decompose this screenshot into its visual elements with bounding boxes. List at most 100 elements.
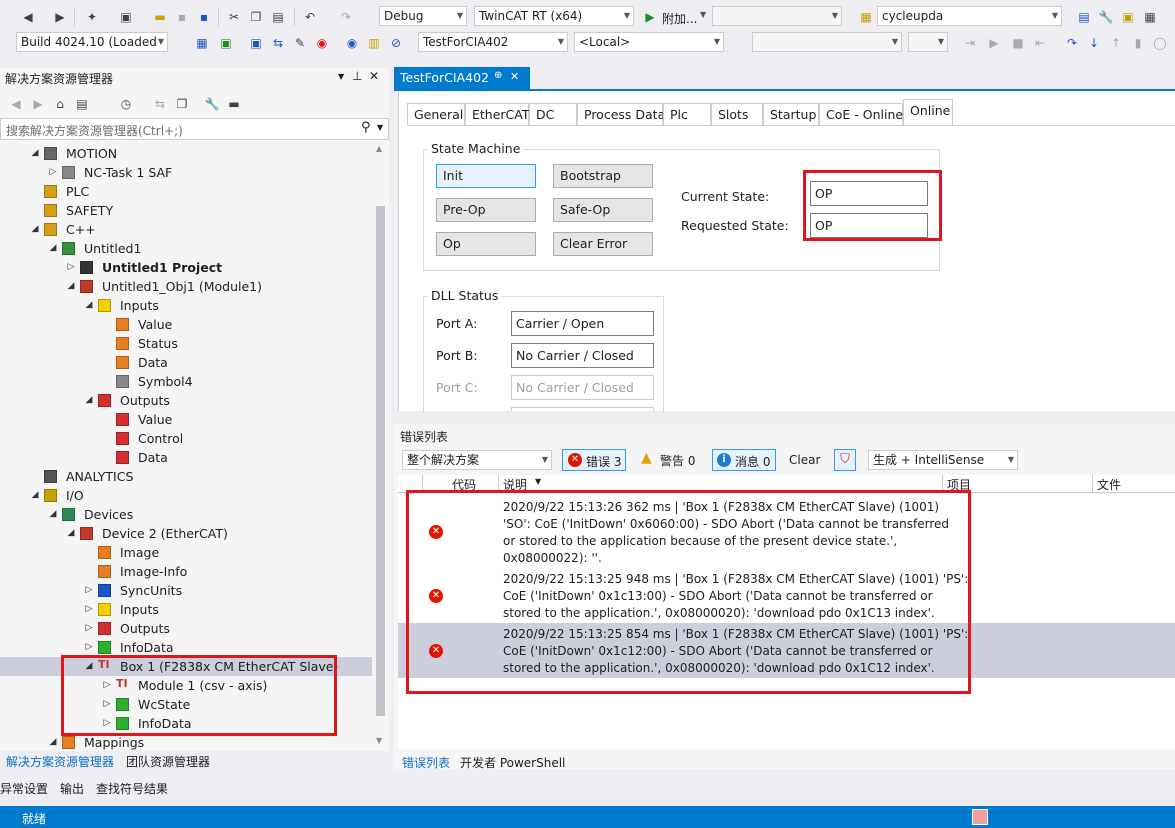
tree-item[interactable]: Status bbox=[0, 334, 372, 353]
toggle-freerun-icon[interactable]: ◉ bbox=[314, 35, 330, 51]
property-tab[interactable]: Slots bbox=[711, 103, 763, 125]
redo-icon[interactable]: ↷ bbox=[338, 9, 354, 25]
tab-solution-explorer[interactable]: 解决方案资源管理器 bbox=[6, 753, 114, 770]
find-combo[interactable]: cycleupda ▼ bbox=[877, 6, 1062, 26]
step-over-icon[interactable]: ↷ bbox=[1064, 35, 1080, 51]
tree-item[interactable]: ◢ Outputs bbox=[0, 391, 372, 410]
breakpoint-icon[interactable]: ▮ bbox=[1130, 35, 1146, 51]
back-icon[interactable]: ◀ bbox=[20, 9, 36, 25]
step-into-icon[interactable]: ↓ bbox=[1086, 35, 1102, 51]
tree-item[interactable]: ◢ Device 2 (EtherCAT) bbox=[0, 524, 372, 543]
cut-icon[interactable]: ✂ bbox=[226, 9, 242, 25]
tree-item[interactable]: ◢ Untitled1_Obj1 (Module1) bbox=[0, 277, 372, 296]
expanded-arrow-icon[interactable]: ◢ bbox=[84, 391, 94, 410]
op-button[interactable]: Op bbox=[436, 232, 536, 256]
tree-item[interactable]: Image-Info bbox=[0, 562, 372, 581]
safeop-button[interactable]: Safe-Op bbox=[553, 198, 653, 222]
plc-task-combo[interactable]: ▼ bbox=[908, 32, 948, 52]
solution-search-box[interactable]: 搜索解决方案资源管理器(Ctrl+;) ⚲ ▼ bbox=[0, 118, 389, 140]
twincat-config-icon[interactable]: ▤ bbox=[1076, 9, 1092, 25]
build-version-select[interactable]: Build 4024.10 (Loaded ▼ bbox=[16, 32, 168, 52]
tree-item[interactable]: PLC bbox=[0, 182, 372, 201]
column-file[interactable]: 文件 bbox=[1097, 476, 1121, 493]
tree-item[interactable]: Image bbox=[0, 543, 372, 562]
back-icon[interactable]: ◀ bbox=[8, 96, 24, 112]
tree-item[interactable]: Symbol4 bbox=[0, 372, 372, 391]
find-icon[interactable]: ▦ bbox=[858, 9, 874, 25]
property-tab[interactable]: DC bbox=[529, 103, 577, 125]
plc-start-icon[interactable]: ▶ bbox=[986, 35, 1002, 51]
tree-item[interactable]: SAFETY bbox=[0, 201, 372, 220]
add-item-icon[interactable]: ▣ bbox=[118, 9, 134, 25]
tree-item[interactable]: Data bbox=[0, 353, 372, 372]
tree-item[interactable]: ▷ SyncUnits bbox=[0, 581, 372, 600]
property-tab[interactable]: CoE - Online bbox=[819, 103, 903, 125]
tree-item[interactable]: ▷ Untitled1 Project bbox=[0, 258, 372, 277]
tree-item[interactable]: ▷ NC-Task 1 SAF bbox=[0, 163, 372, 182]
warnings-filter-button[interactable]: ▲ 警告 0 bbox=[638, 449, 700, 471]
tab-output[interactable]: 输出 bbox=[60, 780, 84, 797]
property-tab[interactable]: Startup bbox=[763, 103, 819, 125]
pin-icon[interactable]: ⊕ bbox=[494, 70, 502, 81]
show-sub-items-icon[interactable]: ▥ bbox=[366, 35, 382, 51]
target-select[interactable]: <Local> ▼ bbox=[574, 32, 724, 52]
scope-select[interactable]: 整个解决方案 ▼ bbox=[402, 450, 552, 470]
tree-item[interactable]: ◢ Inputs bbox=[0, 296, 372, 315]
solution-config-combo[interactable]: ▼ bbox=[712, 6, 842, 26]
close-tab-icon[interactable]: ✕ bbox=[510, 70, 519, 83]
save-all-icon[interactable]: ▪ bbox=[196, 9, 212, 25]
activate-config-icon[interactable]: ▦ bbox=[194, 35, 210, 51]
expanded-arrow-icon[interactable]: ◢ bbox=[30, 144, 40, 163]
project-select[interactable]: TestForCIA402 ▼ bbox=[418, 32, 568, 52]
tree-item[interactable]: ▷ Outputs bbox=[0, 619, 372, 638]
tree-item[interactable]: ANALYTICS bbox=[0, 467, 372, 486]
tree-item[interactable]: ◢ Untitled1 bbox=[0, 239, 372, 258]
property-tab[interactable]: Online bbox=[903, 99, 953, 125]
configuration-select[interactable]: Debug ▼ bbox=[379, 6, 467, 26]
clear-button[interactable]: Clear bbox=[789, 453, 820, 467]
tree-item[interactable]: Data bbox=[0, 448, 372, 467]
init-button[interactable]: Init bbox=[436, 164, 536, 188]
tab-exception-settings[interactable]: 异常设置 bbox=[0, 780, 48, 797]
show-online-icon[interactable]: ◉ bbox=[344, 35, 360, 51]
home-icon[interactable]: ⌂ bbox=[52, 96, 68, 112]
switch-views-icon[interactable]: ▤ bbox=[74, 96, 90, 112]
preop-button[interactable]: Pre-Op bbox=[436, 198, 536, 222]
bootstrap-button[interactable]: Bootstrap bbox=[553, 164, 653, 188]
property-tab[interactable]: General bbox=[407, 103, 465, 125]
errors-filter-button[interactable]: ✕ 错误 3 bbox=[562, 449, 626, 471]
logout-icon[interactable]: ⇤ bbox=[1032, 35, 1048, 51]
tree-item[interactable]: ◢ I/O bbox=[0, 486, 372, 505]
collapsed-arrow-icon[interactable]: ▷ bbox=[48, 163, 58, 182]
attach-button[interactable]: 附加... bbox=[662, 10, 697, 27]
collapsed-arrow-icon[interactable]: ▷ bbox=[66, 258, 76, 277]
expanded-arrow-icon[interactable]: ◢ bbox=[48, 505, 58, 524]
login-icon[interactable]: ⇥ bbox=[962, 35, 978, 51]
pending-changes-icon[interactable]: ◷ bbox=[118, 96, 134, 112]
tree-item[interactable]: Value bbox=[0, 410, 372, 429]
search-icon[interactable]: ⚲ bbox=[361, 120, 371, 135]
collapsed-arrow-icon[interactable]: ▷ bbox=[84, 581, 94, 600]
expanded-arrow-icon[interactable]: ◢ bbox=[48, 239, 58, 258]
plc-stop-icon[interactable]: ■ bbox=[1010, 35, 1026, 51]
tree-item[interactable]: ◢ Devices bbox=[0, 505, 372, 524]
messages-filter-button[interactable]: i 消息 0 bbox=[712, 449, 776, 471]
tab-developer-powershell[interactable]: 开发者 PowerShell bbox=[460, 754, 565, 771]
notification-icon[interactable] bbox=[972, 809, 988, 825]
tree-item[interactable]: Value bbox=[0, 315, 372, 334]
property-tab[interactable]: EtherCAT bbox=[465, 103, 530, 125]
start-icon[interactable]: ▶ bbox=[642, 9, 658, 25]
expanded-arrow-icon[interactable]: ◢ bbox=[66, 277, 76, 296]
collapse-all-icon[interactable]: ❐ bbox=[174, 96, 190, 112]
plc-project-combo[interactable]: ▼ bbox=[752, 32, 902, 52]
properties-icon[interactable]: ▦ bbox=[1142, 9, 1158, 25]
expanded-arrow-icon[interactable]: ◢ bbox=[66, 524, 76, 543]
forward-icon[interactable]: ▶ bbox=[30, 96, 46, 112]
tree-item[interactable]: Control bbox=[0, 429, 372, 448]
restart-twincat-icon[interactable]: ▣ bbox=[218, 35, 234, 51]
pin-icon[interactable]: ⊥ bbox=[352, 69, 362, 83]
platform-select[interactable]: TwinCAT RT (x64) ▼ bbox=[474, 6, 634, 26]
tree-item[interactable]: ▷ Inputs bbox=[0, 600, 372, 619]
tab-find-symbol-results[interactable]: 查找符号结果 bbox=[96, 780, 168, 797]
wrench-icon[interactable]: 🔧 bbox=[1098, 9, 1114, 25]
